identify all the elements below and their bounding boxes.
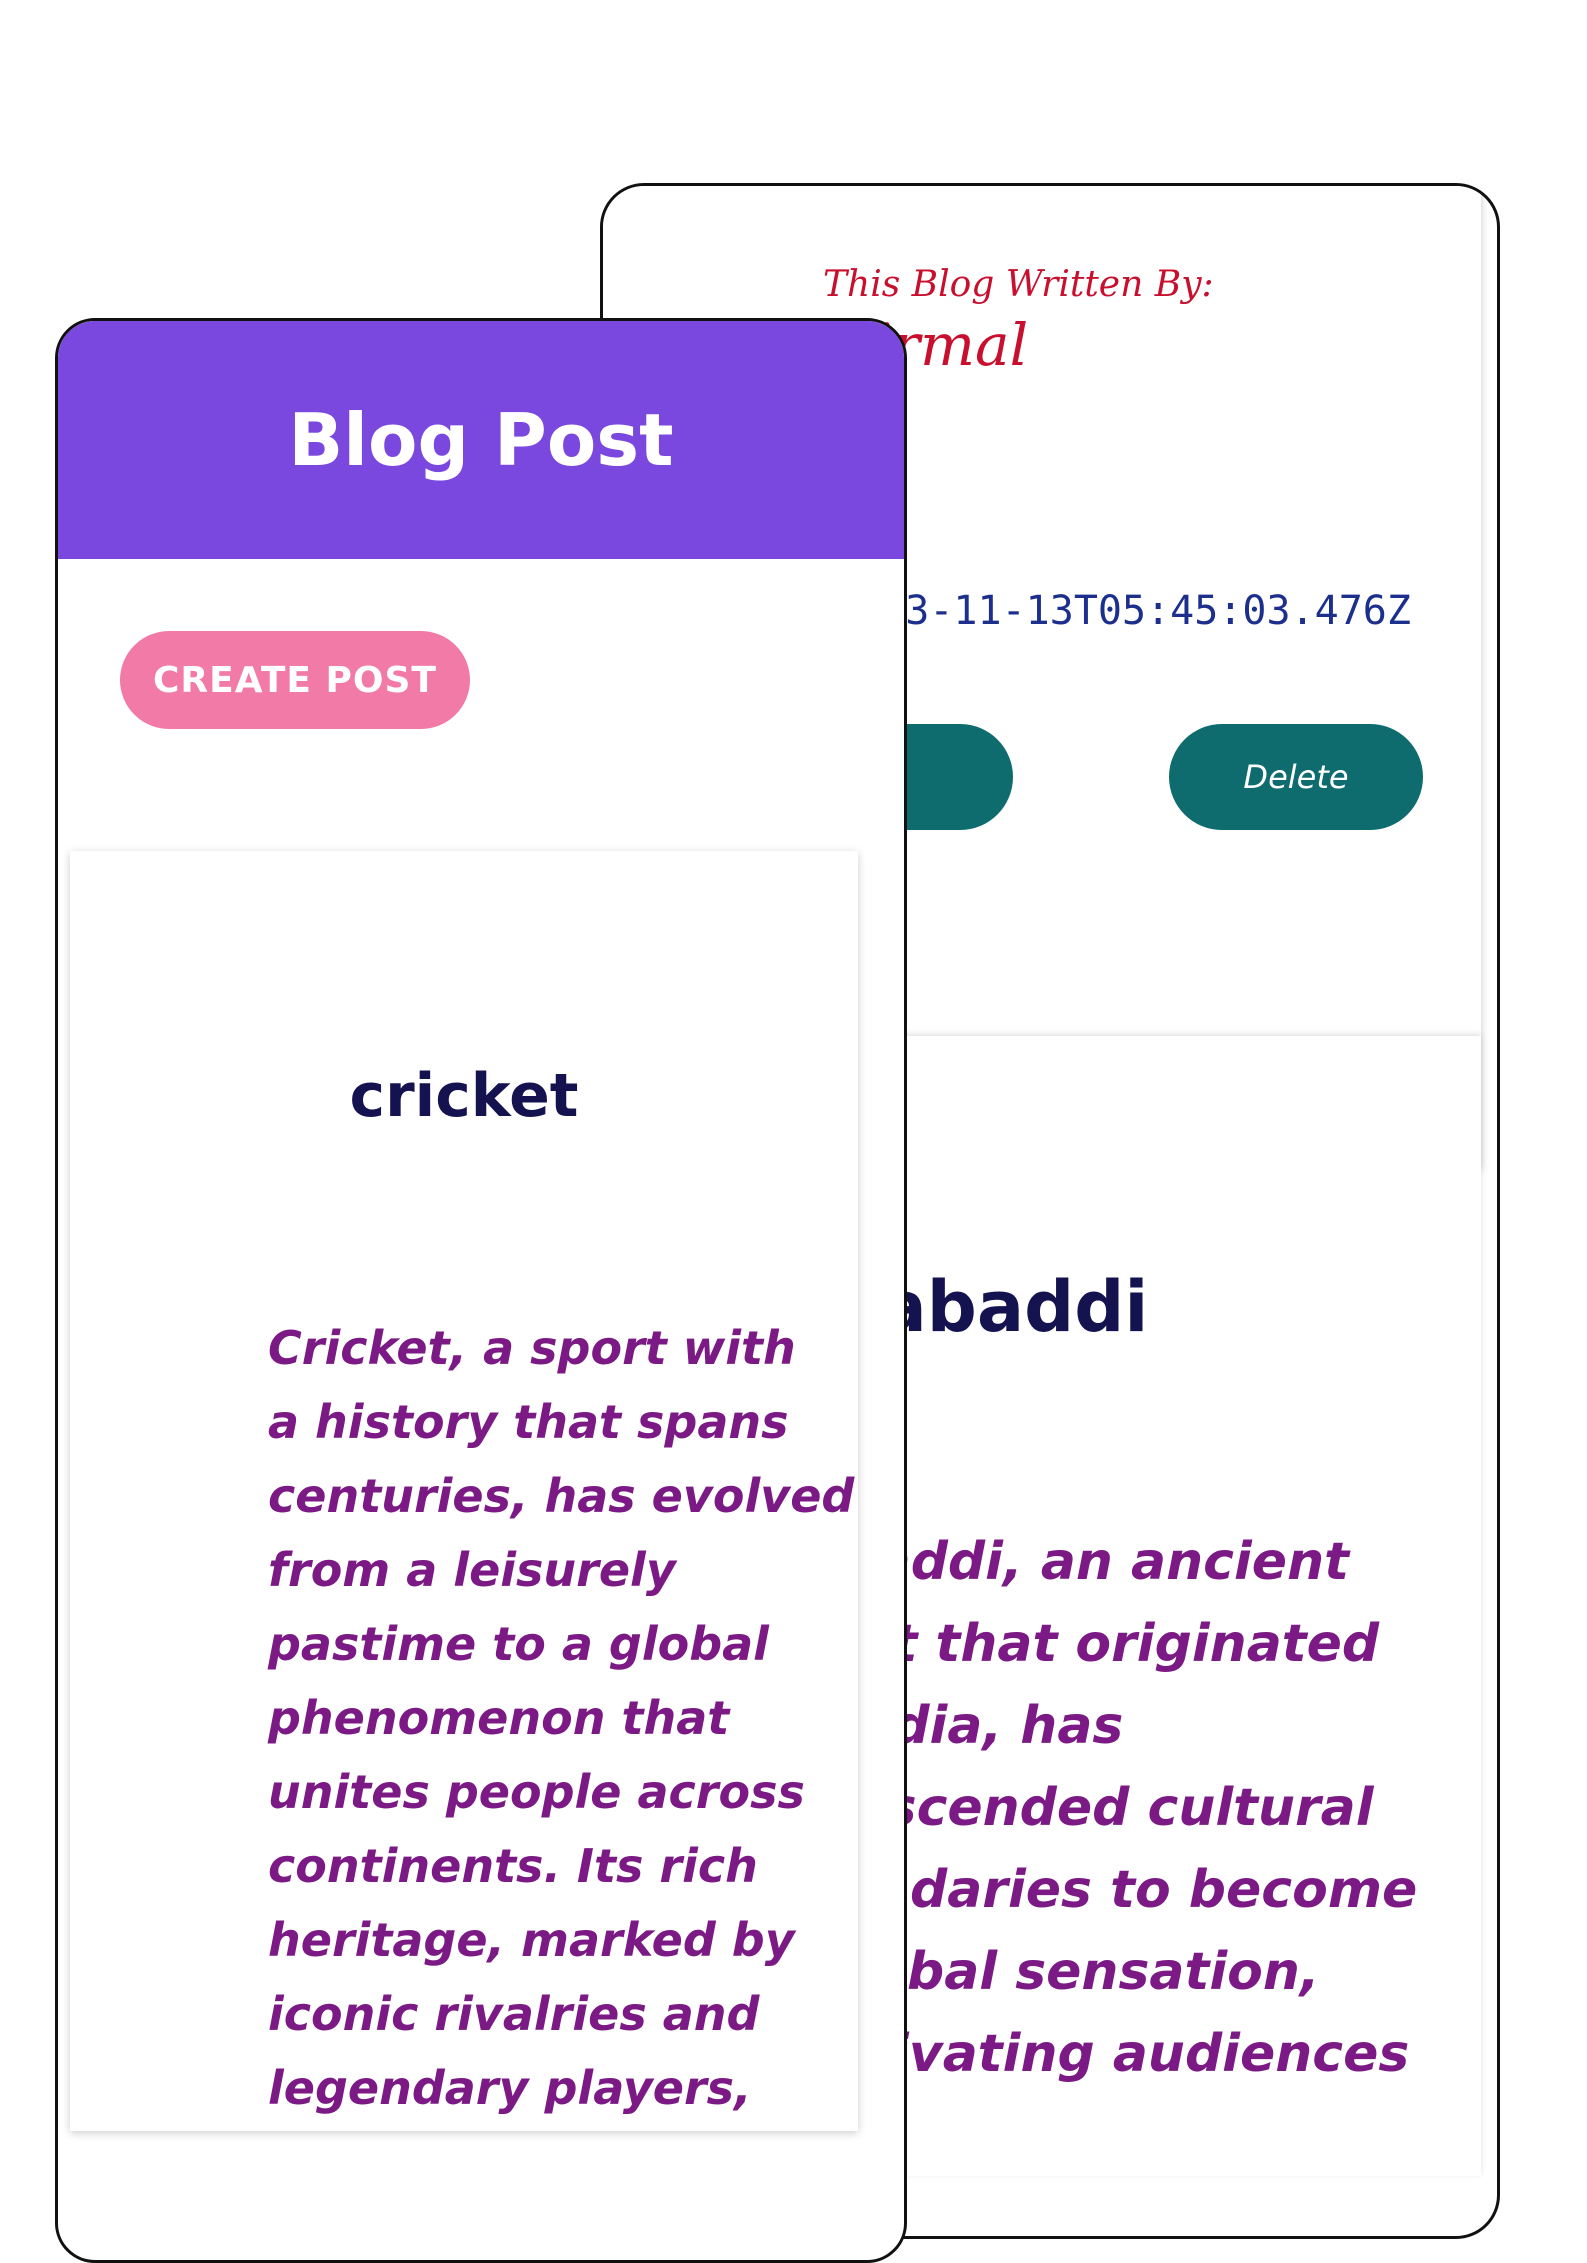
app-header: Blog Post xyxy=(58,321,904,559)
delete-button[interactable]: Delete xyxy=(1169,724,1423,830)
post-title: cricket xyxy=(349,1061,579,1131)
author-label: This Blog Written By: xyxy=(823,264,1214,305)
post-timestamp: 2023-11-13T05:45:03.476Z xyxy=(833,588,1411,634)
front-phone-screen: Blog Post CREATE POST cricket Cricket, a… xyxy=(55,318,907,2263)
create-post-button[interactable]: CREATE POST xyxy=(120,631,470,729)
page-title: Blog Post xyxy=(288,398,674,482)
blog-card-cricket: cricket Cricket, a sport with a history … xyxy=(70,851,858,2131)
post-body: Cricket, a sport with a history that spa… xyxy=(268,1321,855,2115)
